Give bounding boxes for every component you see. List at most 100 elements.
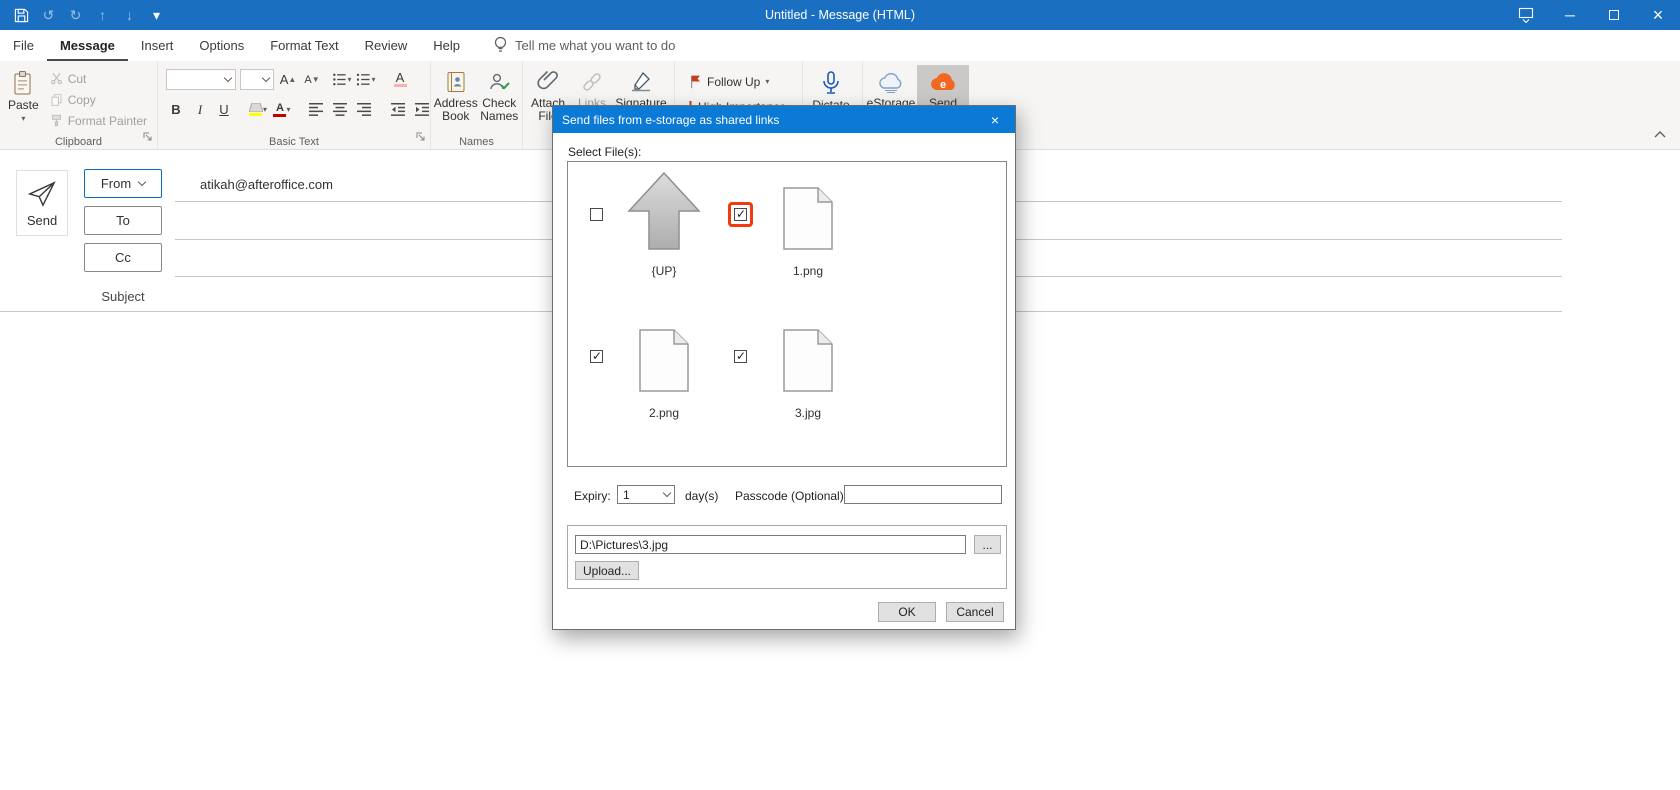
file-icon <box>782 186 834 251</box>
scissors-icon <box>50 72 63 85</box>
minimize-button[interactable]: ─ <box>1548 0 1592 30</box>
tab-options[interactable]: Options <box>186 30 257 61</box>
cc-button[interactable]: Cc <box>84 243 162 272</box>
ribbon-group-basic-text: A▲ A▼ ▾ ▾ <box>158 61 431 149</box>
names-group-label: Names <box>431 136 522 148</box>
address-book-button[interactable]: Address Book <box>433 65 478 133</box>
previous-item-icon[interactable]: ↑ <box>89 0 116 30</box>
paste-dropdown-icon[interactable]: ▾ <box>21 115 25 123</box>
ok-button[interactable]: OK <box>878 602 936 622</box>
expiry-select[interactable]: 1 <box>617 485 675 504</box>
browse-button[interactable]: ... <box>974 535 1001 554</box>
cut-button[interactable]: Cut <box>45 68 152 89</box>
send-message-button[interactable]: Send <box>16 170 68 236</box>
file-label: 2.png <box>649 406 679 420</box>
file-path-input[interactable] <box>575 535 966 554</box>
italic-button[interactable]: I <box>190 99 210 120</box>
file-item-2png[interactable]: 2.png <box>580 308 724 450</box>
outlook-window: ↺ ↻ ↑ ↓ ▾ Untitled - Message (HTML) ─ × … <box>0 0 1680 790</box>
maximize-button[interactable] <box>1592 0 1636 30</box>
align-right-icon <box>357 103 372 116</box>
estorage-send-icon: e <box>928 70 958 94</box>
dialog-titlebar[interactable]: Send files from e-storage as shared link… <box>553 106 1015 133</box>
paste-label: Paste <box>8 99 39 112</box>
next-item-icon[interactable]: ↓ <box>116 0 143 30</box>
grow-font-arrow-icon: ▲ <box>288 76 296 84</box>
up-checkbox[interactable] <box>590 208 603 221</box>
align-center-button[interactable] <box>330 99 350 120</box>
estorage-cloud-icon <box>877 70 905 94</box>
decrease-indent-button[interactable] <box>388 99 408 120</box>
basic-text-dialog-launcher-icon[interactable] <box>416 128 425 146</box>
window-title: Untitled - Message (HTML) <box>0 0 1680 30</box>
tab-message[interactable]: Message <box>47 30 128 61</box>
increase-indent-button[interactable] <box>412 99 432 120</box>
titlebar: ↺ ↻ ↑ ↓ ▾ Untitled - Message (HTML) ─ × <box>0 0 1680 30</box>
redo-icon[interactable]: ↻ <box>62 0 89 30</box>
cc-label: Cc <box>115 250 131 265</box>
up-folder-icon <box>627 171 701 251</box>
align-center-icon <box>333 103 348 116</box>
text-highlight-button[interactable]: ▾ <box>248 99 268 120</box>
file-item-3jpg[interactable]: 3.jpg <box>724 308 868 450</box>
cancel-button[interactable]: Cancel <box>946 602 1004 622</box>
check-names-button[interactable]: Check Names <box>478 65 520 133</box>
ribbon-tab-bar: File Message Insert Options Format Text … <box>0 30 1680 61</box>
copy-button[interactable]: Copy <box>45 89 152 110</box>
align-right-button[interactable] <box>354 99 374 120</box>
clipboard-group-label: Clipboard <box>0 136 157 148</box>
passcode-input[interactable] <box>844 485 1002 504</box>
numbering-button[interactable]: ▾ <box>356 69 376 90</box>
file-item-1png[interactable]: 1.png <box>724 166 868 308</box>
file2-checkbox[interactable] <box>590 350 603 363</box>
grow-font-button[interactable]: A▲ <box>278 69 298 90</box>
bullets-button[interactable]: ▾ <box>332 69 352 90</box>
lightbulb-icon <box>493 36 508 56</box>
shrink-font-button[interactable]: A▼ <box>302 69 322 90</box>
font-color-button[interactable]: A ▾ <box>272 99 292 120</box>
from-button[interactable]: From <box>84 169 162 198</box>
font-size-combobox[interactable] <box>240 69 274 90</box>
file-label: 1.png <box>793 264 823 278</box>
tab-file[interactable]: File <box>0 30 47 61</box>
select-files-label: Select File(s): <box>568 145 641 159</box>
undo-icon[interactable]: ↺ <box>35 0 62 30</box>
align-left-button[interactable] <box>306 99 326 120</box>
bullets-dropdown-icon: ▾ <box>347 76 351 84</box>
follow-up-flag-icon <box>688 74 702 89</box>
font-name-combobox[interactable] <box>166 69 236 90</box>
expiry-value: 1 <box>623 488 630 502</box>
font-name-dropdown-icon <box>224 74 232 82</box>
to-button[interactable]: To <box>84 206 162 235</box>
paste-button[interactable]: Paste ▾ <box>8 65 39 133</box>
file1-checkbox[interactable] <box>734 208 747 221</box>
paperclip-icon <box>537 70 559 94</box>
close-button[interactable]: × <box>1636 0 1680 30</box>
dialog-close-button[interactable]: × <box>984 106 1006 133</box>
tab-insert[interactable]: Insert <box>128 30 187 61</box>
ribbon-display-options-icon[interactable] <box>1504 0 1548 30</box>
save-icon[interactable] <box>8 0 35 30</box>
copy-label: Copy <box>68 93 96 107</box>
collapse-ribbon-chevron[interactable] <box>1654 125 1666 143</box>
customize-quick-access-icon[interactable]: ▾ <box>143 0 170 30</box>
tab-review[interactable]: Review <box>352 30 421 61</box>
send-message-label: Send <box>27 213 57 228</box>
file-item-up[interactable]: {UP} <box>580 166 724 308</box>
tab-format-text[interactable]: Format Text <box>257 30 351 61</box>
underline-button[interactable]: U <box>214 99 234 120</box>
file3-checkbox[interactable] <box>734 350 747 363</box>
clipboard-dialog-launcher-icon[interactable] <box>143 128 152 146</box>
file-listbox[interactable]: {UP} 1.png <box>567 161 1007 467</box>
clear-formatting-button[interactable]: A <box>390 69 410 90</box>
tab-help[interactable]: Help <box>420 30 473 61</box>
bold-button[interactable]: B <box>166 99 186 120</box>
format-painter-button[interactable]: Format Painter <box>45 110 152 131</box>
paste-clipboard-icon <box>11 70 35 96</box>
upload-button[interactable]: Upload... <box>575 561 639 580</box>
follow-up-button[interactable]: Follow Up ▾ <box>683 71 791 92</box>
tell-me-box[interactable]: Tell me what you want to do <box>493 30 675 61</box>
file-icon <box>638 328 690 393</box>
text-highlight-icon <box>249 103 263 116</box>
file-label: 3.jpg <box>795 406 821 420</box>
